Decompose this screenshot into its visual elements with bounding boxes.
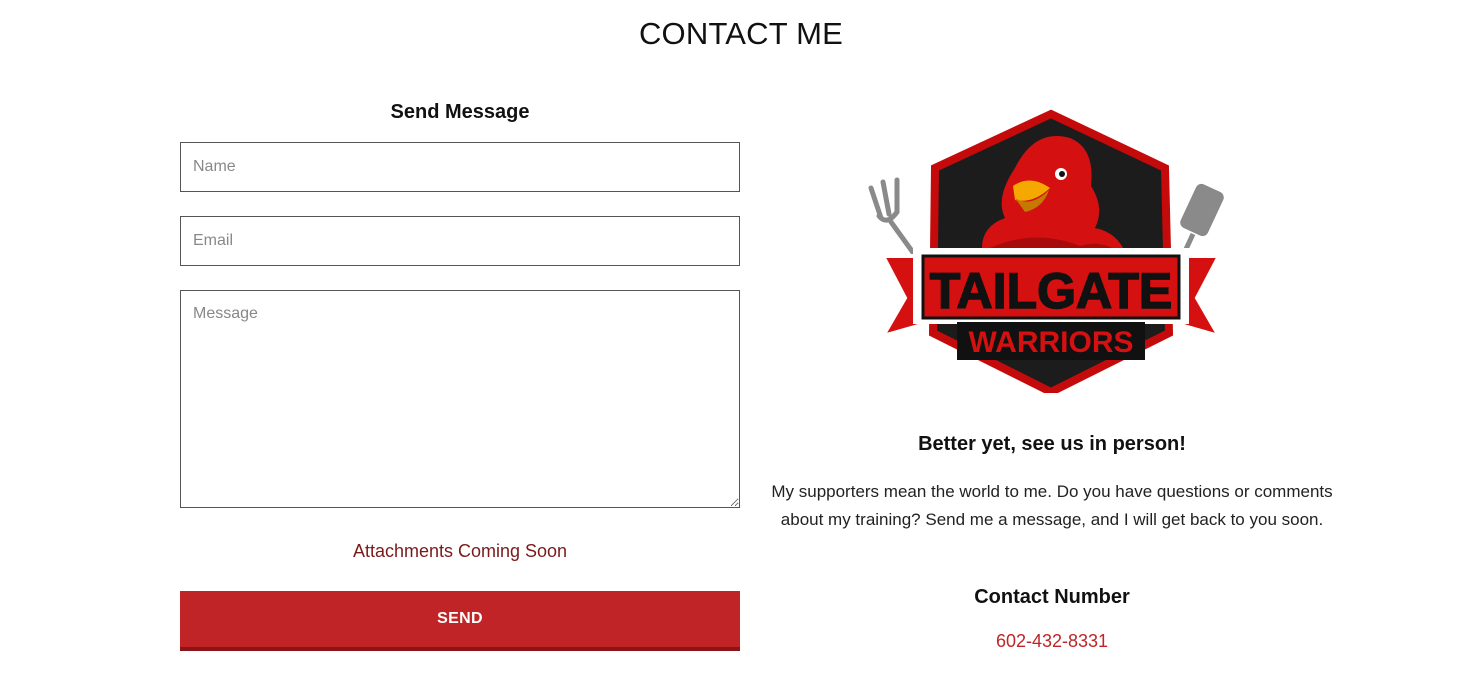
fork-icon <box>868 177 920 261</box>
visit-heading: Better yet, see us in person! <box>918 433 1186 455</box>
form-heading: Send Message <box>390 101 530 123</box>
page-title: CONTACT ME <box>638 16 844 51</box>
send-button[interactable]: SEND <box>180 591 740 651</box>
name-input[interactable] <box>180 142 740 192</box>
visit-description: My supporters mean the world to me. Do y… <box>771 482 1333 529</box>
logo-text-tailgate: TAILGATE <box>930 263 1173 319</box>
contact-number-heading: Contact Number <box>974 586 1130 608</box>
contact-form: Send Message Attachments Coming Soon SEN… <box>180 98 740 651</box>
attachments-note: Attachments Coming Soon <box>352 541 568 561</box>
tailgate-warriors-logo: TAILGATE WARRIORS <box>865 108 1237 393</box>
logo-text-warriors: WARRIORS <box>969 326 1134 359</box>
email-input[interactable] <box>180 216 740 266</box>
message-textarea[interactable] <box>180 290 740 508</box>
phone-link[interactable]: 602-432-8331 <box>765 631 1339 652</box>
